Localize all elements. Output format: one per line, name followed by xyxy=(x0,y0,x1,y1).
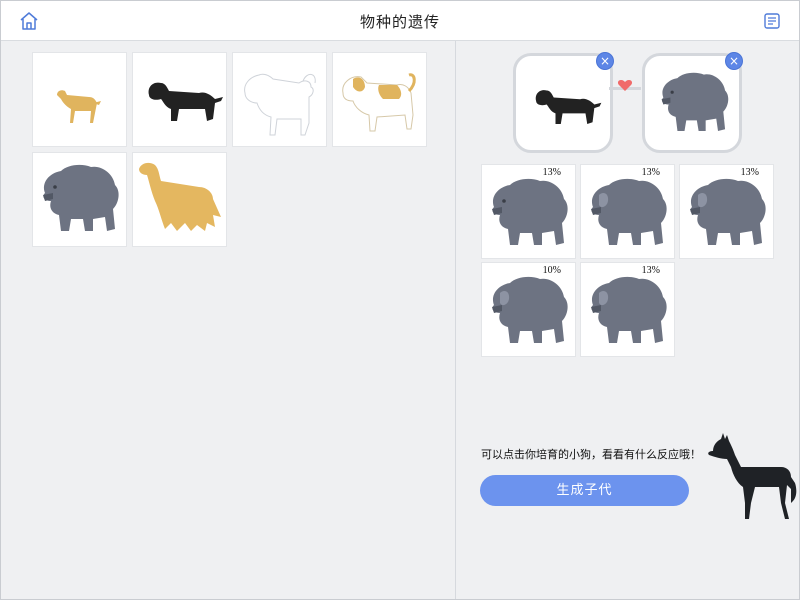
top-bar: 物种的遗传 xyxy=(1,1,799,41)
breed-card-golden-longhair-dog[interactable] xyxy=(132,152,227,247)
breed-card-small-tan-dog[interactable] xyxy=(32,52,127,147)
offspring-percent: 13% xyxy=(740,167,759,178)
parent-slot-left[interactable] xyxy=(513,53,613,153)
gray-chow-dog-icon xyxy=(591,178,667,245)
black-dog-icon xyxy=(148,82,223,121)
offspring-card[interactable]: 13% xyxy=(679,164,774,259)
parent-slot-right[interactable] xyxy=(642,53,742,153)
gray-chow-dog-icon xyxy=(492,178,568,245)
offspring-percent: 13% xyxy=(641,265,660,276)
gray-chow-dog-icon xyxy=(43,164,119,231)
gray-chow-dog-icon xyxy=(690,178,766,245)
offspring-card[interactable]: 13% xyxy=(481,164,576,259)
generate-offspring-button[interactable]: 生成子代 xyxy=(480,475,689,506)
black-dog-icon xyxy=(535,90,602,124)
small-tan-dog-icon xyxy=(57,90,101,123)
breed-library xyxy=(1,41,456,599)
gray-chow-dog-icon xyxy=(591,276,667,343)
offspring-percent: 10% xyxy=(542,265,561,276)
heart-icon xyxy=(617,80,633,91)
breed-card-gray-chow-dog[interactable] xyxy=(32,152,127,247)
page-title: 物种的遗传 xyxy=(359,13,440,31)
notes-icon[interactable] xyxy=(763,12,781,30)
gray-chow-dog-icon xyxy=(492,276,568,343)
offspring-card[interactable]: 10% xyxy=(481,262,576,357)
gray-chow-dog-icon xyxy=(661,72,729,132)
hint-text: 可以点击你培育的小狗，看看有什么反应哦！ xyxy=(481,448,701,461)
tan-white-dog-icon xyxy=(342,73,416,132)
doberman-mascot-icon xyxy=(708,433,797,519)
breed-card-black-dog[interactable] xyxy=(132,52,227,147)
golden-longhair-dog-icon xyxy=(139,162,221,231)
offspring-percent: 13% xyxy=(641,167,660,178)
remove-parent-left-button[interactable]: × xyxy=(596,52,614,70)
breeding-panel: × × 13% 13% 13% 10% 13% 可以点击你培育的小狗，看看有什么… xyxy=(457,41,799,599)
offspring-card[interactable]: 13% xyxy=(580,164,675,259)
breed-card-tan-white-dog[interactable] xyxy=(332,52,427,147)
offspring-card[interactable]: 13% xyxy=(580,262,675,357)
remove-parent-right-button[interactable]: × xyxy=(725,52,743,70)
white-fluffy-dog-icon xyxy=(244,73,316,136)
offspring-percent: 13% xyxy=(542,167,561,178)
breed-card-white-fluffy-dog[interactable] xyxy=(232,52,327,147)
